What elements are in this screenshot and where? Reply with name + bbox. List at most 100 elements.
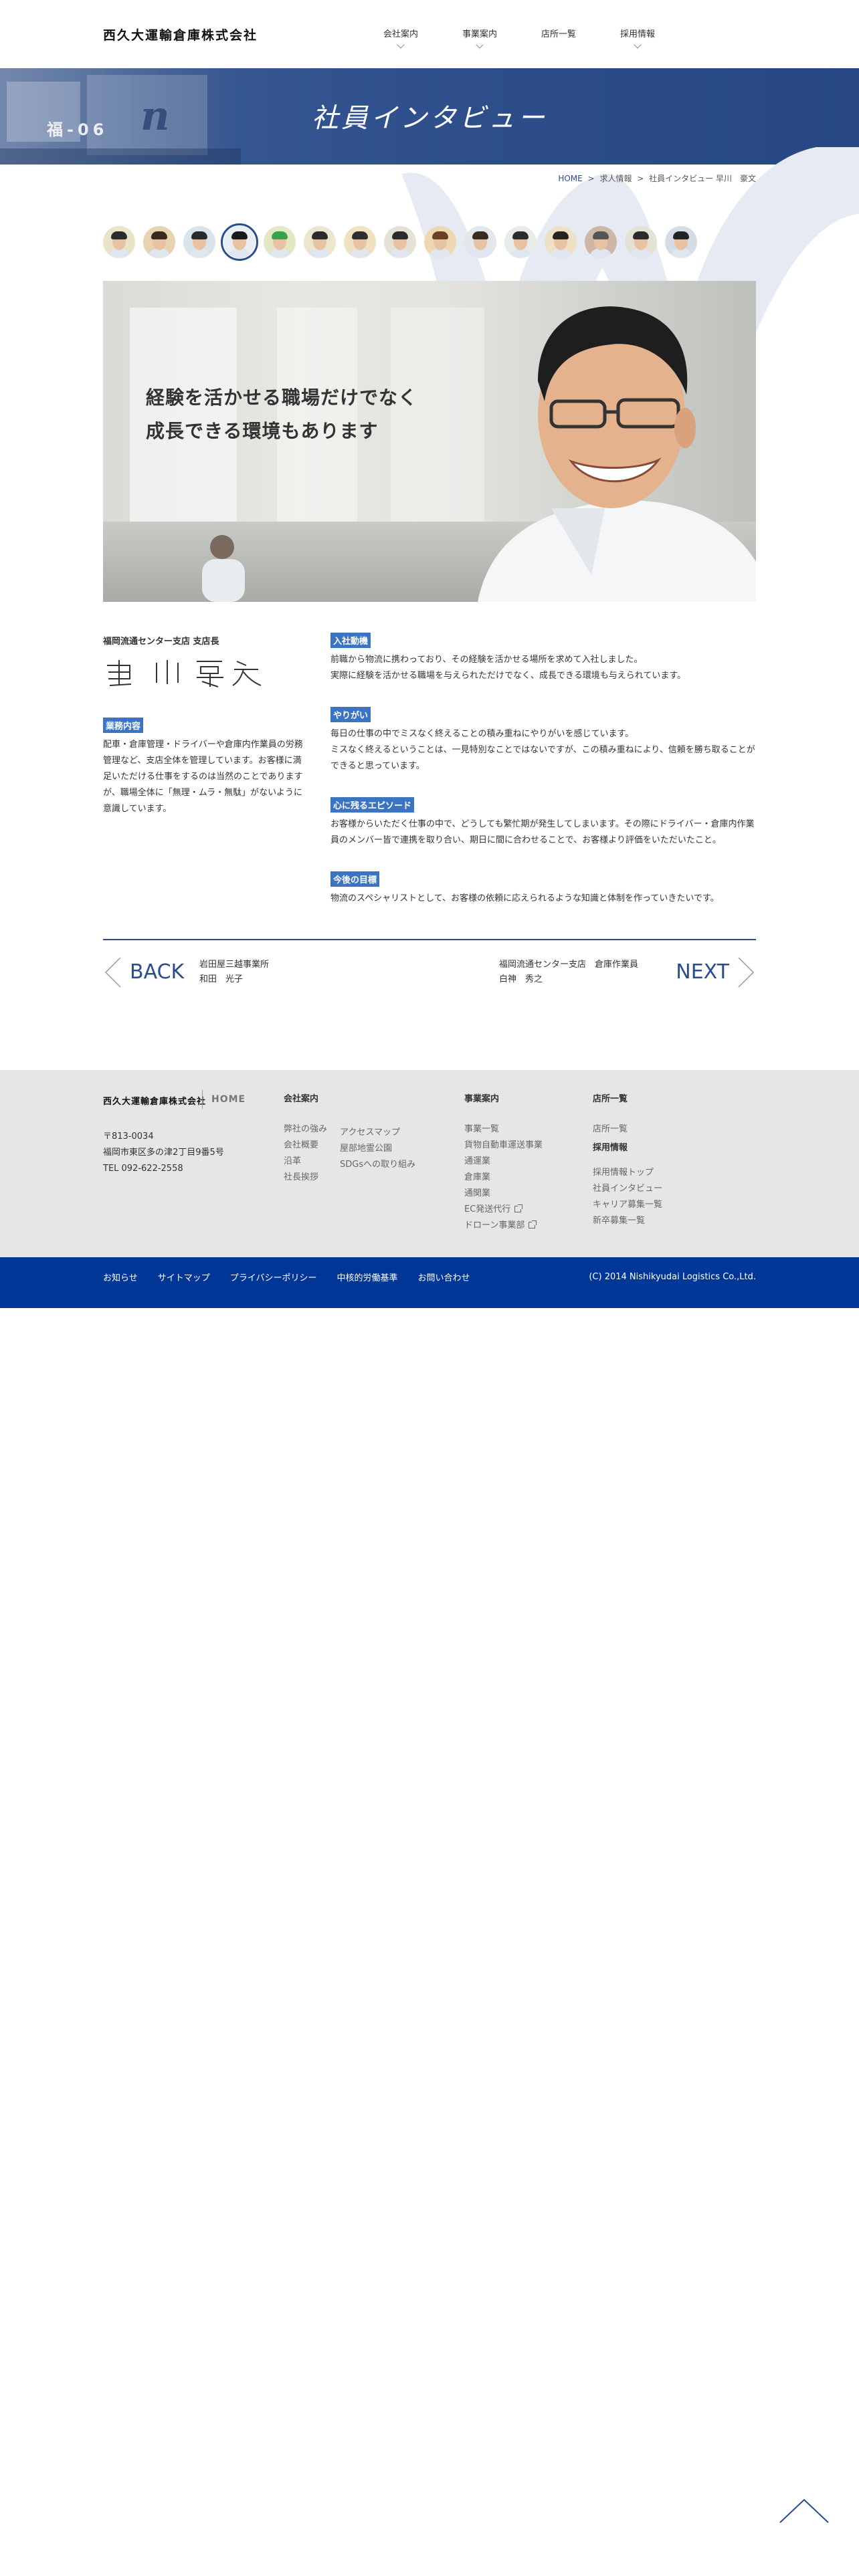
footer-company-col2: アクセスマップ 屋部地霊公園 SDGsへの取り組み	[340, 1125, 415, 1173]
profile-role: 福岡流通センター支店 支店長	[103, 637, 219, 647]
nav-offices[interactable]: 店所一覧	[519, 27, 598, 47]
interview-avatar[interactable]	[545, 226, 577, 258]
footer-bottom-link[interactable]: 中核的労働基準	[337, 1271, 398, 1283]
footer-link[interactable]: 通運業	[464, 1154, 543, 1170]
footer-bottom-link[interactable]: お知らせ	[103, 1271, 138, 1283]
avatar-body	[189, 249, 210, 258]
avatar-hair	[191, 231, 207, 239]
motive-text: 前職から物流に携わっており、その経験を活かせる場所を求めて入社しました。 実際に…	[330, 655, 686, 681]
footer-link[interactable]: 新卒募集一覧	[593, 1213, 662, 1229]
page-title: 社員インタビュー	[312, 103, 547, 134]
footer-link[interactable]: SDGsへの取り組み	[340, 1157, 415, 1173]
breadcrumb-separator: >	[587, 174, 595, 183]
avatar-hair	[472, 231, 488, 239]
signature-image	[107, 660, 262, 687]
footer-link[interactable]: 社長挨拶	[284, 1170, 327, 1186]
avatar-body	[550, 249, 571, 258]
interview-avatar[interactable]	[264, 226, 296, 258]
footer-link[interactable]: キャリア募集一覧	[593, 1197, 662, 1213]
global-nav: 会社案内 事業案内 店所一覧 採用情報	[361, 27, 677, 49]
avatar-body	[309, 249, 330, 258]
qa-motive: 入社動機 前職から物流に携わっており、その経験を活かせる場所を求めて入社しました…	[330, 633, 756, 684]
page-banner: n 福-06 社員インタビュー	[0, 68, 859, 165]
label-episode: 心に残るエピソード	[330, 797, 415, 813]
footer-offices-head[interactable]: 店所一覧	[593, 1091, 662, 1104]
chevron-down-icon	[476, 41, 484, 49]
interview-avatar[interactable]	[304, 226, 336, 258]
interview-avatar[interactable]	[504, 226, 537, 258]
footer-bottom-link[interactable]: お問い合わせ	[418, 1271, 470, 1283]
footer-company-head[interactable]: 会社案内	[284, 1091, 327, 1104]
avatar-body	[470, 249, 491, 258]
interview-avatar[interactable]	[183, 226, 215, 258]
footer-address: 〒813-0034 福岡市東区多の津2丁目9番5号 TEL 092-622-25…	[103, 1132, 224, 1174]
interview-hero-photo: 経験を活かせる職場だけでなく 成長できる環境もあります	[103, 281, 756, 602]
interview-avatar[interactable]	[384, 226, 416, 258]
interview-avatar-list	[103, 223, 705, 261]
footer-link[interactable]: 倉庫業	[464, 1170, 543, 1186]
breadcrumb-recruit[interactable]: 求人情報	[599, 174, 632, 183]
external-link-icon	[514, 1204, 523, 1212]
avatar-hair	[432, 231, 448, 239]
qa-reward: やりがい 毎日の仕事の中でミスなく終えることの積み重ねにやりがいを感じています。…	[330, 707, 756, 774]
interview-qa: 入社動機 前職から物流に携わっており、その経験を活かせる場所を求めて入社しました…	[330, 633, 756, 930]
nav-company[interactable]: 会社案内	[361, 27, 440, 49]
episode-text: お客様からいただく仕事の中で、どうしても繁忙期が発生してしまいます。その際にドラ…	[330, 819, 755, 845]
background-person	[202, 535, 245, 602]
footer-link[interactable]: 沿革	[284, 1154, 327, 1170]
footer-link[interactable]: 貨物自動車運送事業	[464, 1138, 543, 1154]
copyright: (C) 2014 Nishikyudai Logistics Co.,Ltd.	[589, 1272, 756, 1282]
avatar-hair	[272, 231, 288, 239]
breadcrumb-current: 社員インタビュー 早川 豪文	[649, 174, 756, 183]
footer-link[interactable]: 会社概要	[284, 1138, 327, 1154]
nav-recruit[interactable]: 採用情報	[598, 27, 677, 49]
next-link[interactable]: 福岡流通センター支店 倉庫作業員 白神 秀之 NEXT	[488, 952, 756, 990]
interview-avatar[interactable]	[665, 226, 697, 258]
avatar-body	[269, 249, 290, 258]
footer-home-link[interactable]: HOME	[211, 1094, 246, 1105]
interview-avatar[interactable]	[221, 223, 258, 261]
label-motive: 入社動機	[330, 633, 371, 648]
avatar-hair	[392, 231, 408, 239]
back-arrow-icon	[104, 957, 121, 988]
footer-link[interactable]: 採用情報トップ	[593, 1165, 662, 1181]
footer-link[interactable]: 屋部地霊公園	[340, 1141, 415, 1157]
footer-bottom-link[interactable]: プライバシーポリシー	[230, 1271, 317, 1283]
footer-company-col: 会社案内 弊社の強み 会社概要 沿革 社長挨拶	[284, 1091, 327, 1186]
footer-recruit-head[interactable]: 採用情報	[593, 1140, 662, 1153]
footer-link[interactable]: 通関業	[464, 1186, 543, 1202]
avatar-hair	[593, 231, 609, 239]
footer-link[interactable]: アクセスマップ	[340, 1125, 415, 1141]
interview-avatar[interactable]	[625, 226, 657, 258]
footer-link[interactable]: 店所一覧	[593, 1121, 662, 1138]
avatar-body	[229, 249, 250, 258]
footer-link[interactable]: ドローン事業部	[464, 1218, 543, 1234]
avatar-body	[590, 249, 611, 258]
interview-avatar[interactable]	[464, 226, 496, 258]
avatar-hair	[673, 231, 689, 239]
breadcrumb-home[interactable]: HOME	[558, 174, 582, 183]
page-top-icon	[779, 2498, 829, 2523]
site-logo[interactable]: 西久大運輸倉庫株式会社	[103, 25, 258, 43]
interview-avatar[interactable]	[344, 226, 376, 258]
avatar-body	[510, 249, 531, 258]
interview-avatar[interactable]	[103, 226, 135, 258]
interview-avatar[interactable]	[585, 226, 617, 258]
avatar-hair	[231, 231, 248, 239]
footer-link[interactable]: EC発送代行	[464, 1202, 543, 1218]
interview-avatar[interactable]	[143, 226, 175, 258]
footer-link[interactable]: 弊社の強み	[284, 1121, 327, 1138]
page-top-button[interactable]	[777, 2496, 831, 2525]
footer-link[interactable]: 社員インタビュー	[593, 1181, 662, 1197]
hero-copy: 経験を活かせる職場だけでなく 成長できる環境もあります	[146, 387, 418, 442]
next-arrow-icon	[738, 957, 755, 988]
footer-logo[interactable]: 西久大運輸倉庫株式会社	[103, 1094, 206, 1107]
avatar-hair	[111, 231, 127, 239]
footer-link[interactable]: 事業一覧	[464, 1121, 543, 1138]
site-footer: 西久大運輸倉庫株式会社 HOME 〒813-0034 福岡市東区多の津2丁目9番…	[0, 1070, 859, 1257]
interview-avatar[interactable]	[424, 226, 456, 258]
nav-business[interactable]: 事業案内	[440, 27, 519, 49]
footer-business-head[interactable]: 事業案内	[464, 1091, 543, 1104]
label-reward: やりがい	[330, 707, 371, 722]
footer-bottom-link[interactable]: サイトマップ	[158, 1271, 210, 1283]
